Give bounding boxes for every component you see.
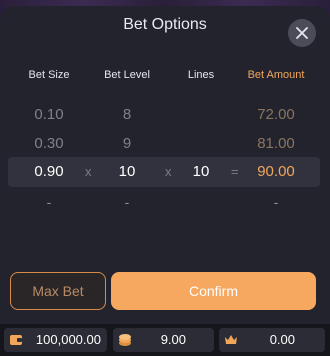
bet-amount-option[interactable]: -	[236, 187, 316, 217]
balance-display: 100,000.00	[4, 328, 107, 352]
selected-bet-level[interactable]: 10	[87, 157, 167, 187]
bet-value: 9.00	[160, 332, 186, 347]
selected-bet-size[interactable]: 0.90	[9, 157, 89, 187]
win-value: 0.00	[269, 332, 295, 347]
header-bet-size: Bet Size	[28, 69, 70, 81]
bet-size-option[interactable]: 0.30	[9, 129, 89, 159]
header-lines: Lines	[187, 69, 215, 81]
wallet-icon	[10, 335, 22, 345]
header-bet-level: Bet Level	[104, 69, 150, 81]
bet-level-option[interactable]: 9	[87, 129, 167, 159]
bet-size-option[interactable]: 0.10	[9, 100, 89, 130]
option-row[interactable]: 0.10 8 72.00	[0, 100, 330, 130]
bet-amount-option[interactable]: 81.00	[236, 129, 316, 159]
header-bet-amount: Bet Amount	[247, 69, 305, 81]
bet-display: 9.00	[113, 328, 214, 352]
close-button[interactable]	[288, 19, 316, 47]
balance-value: 100,000.00	[35, 332, 101, 347]
close-icon	[296, 27, 308, 39]
dialog-title: Bet Options	[123, 16, 207, 33]
bet-size-option[interactable]: -	[9, 187, 89, 217]
max-bet-button[interactable]: Max Bet	[10, 272, 106, 310]
bet-level-option[interactable]: 8	[87, 100, 167, 130]
bet-level-option[interactable]: -	[87, 187, 167, 217]
win-icon	[225, 335, 237, 344]
option-row[interactable]: 0.30 9 81.00	[0, 129, 330, 159]
selected-option-row[interactable]: 0.90 x 10 x 10 = 90.00	[0, 157, 330, 187]
option-row[interactable]: - - -	[0, 187, 330, 217]
selected-lines: 10	[192, 163, 210, 180]
confirm-button[interactable]: Confirm	[111, 272, 316, 310]
bet-amount-option[interactable]: 72.00	[236, 100, 316, 130]
coins-icon	[119, 334, 131, 346]
selected-bet-amount[interactable]: 90.00	[236, 157, 316, 187]
win-display: 0.00	[219, 328, 325, 352]
